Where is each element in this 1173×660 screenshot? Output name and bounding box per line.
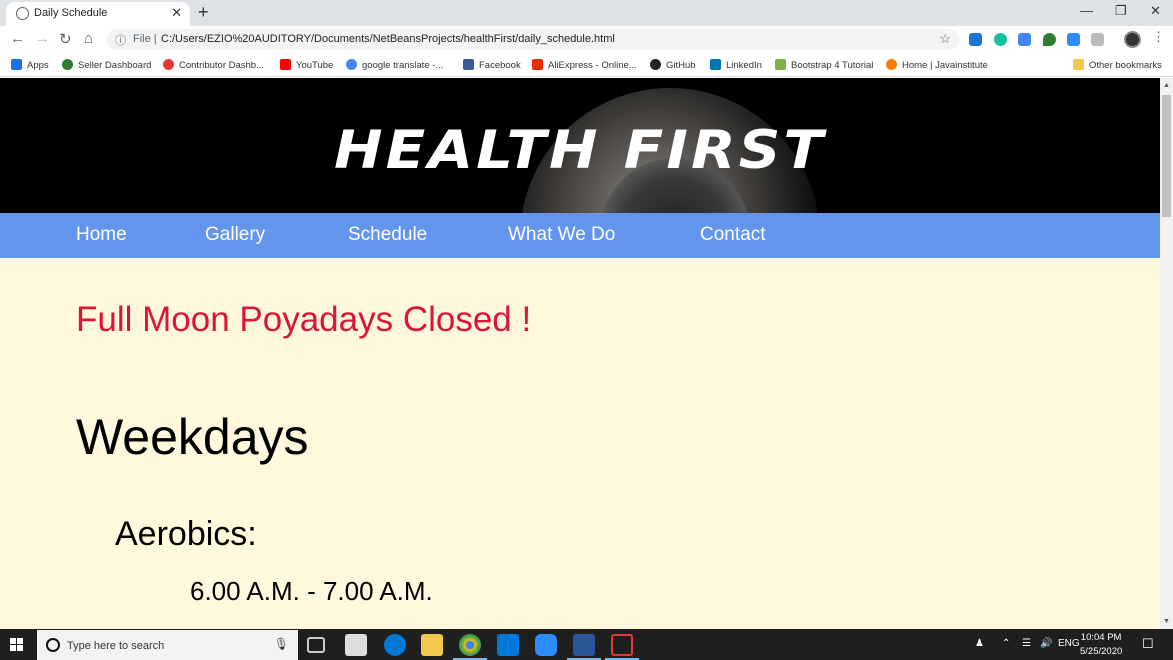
- taskbar-search[interactable]: Type here to search 🎙: [37, 630, 298, 660]
- bookmark-other[interactable]: Other bookmarks: [1073, 59, 1162, 71]
- file-explorer-icon[interactable]: [421, 634, 443, 656]
- bookmark-linkedin[interactable]: LinkedIn: [710, 59, 762, 71]
- notifications-icon[interactable]: ☐: [1142, 636, 1154, 652]
- grammarly-icon[interactable]: [994, 33, 1007, 46]
- google-icon: [346, 59, 357, 70]
- class-time: 6.00 A.M. - 7.00 A.M.: [190, 576, 433, 606]
- extension-icon[interactable]: [969, 33, 982, 46]
- javainstitute-icon: [886, 59, 897, 70]
- network-icon[interactable]: ☰: [1022, 638, 1031, 649]
- header-banner: HEALTH FIRST: [0, 78, 1160, 213]
- browser-tab[interactable]: Daily Schedule ✕: [6, 2, 190, 26]
- apps-grid-icon: [11, 59, 22, 70]
- contributor-icon: [163, 59, 174, 70]
- bookmark-javainstitute[interactable]: Home | Javainstitute: [886, 59, 988, 71]
- windows-taskbar: Type here to search 🎙 ♟ ⌃ ☰ 🔊 ENG 10:04 …: [0, 629, 1173, 660]
- acrobat-icon[interactable]: [611, 634, 633, 656]
- reload-icon[interactable]: ↻: [59, 30, 72, 48]
- word-icon[interactable]: [573, 634, 595, 656]
- class-name-heading: Aerobics:: [115, 515, 257, 553]
- browser-toolbar: ← → ↻ ⌂ ⓘ File | C:/Users/EZIO%20AUDITOR…: [0, 26, 1173, 53]
- home-icon[interactable]: ⌂: [84, 30, 93, 47]
- search-placeholder: Type here to search: [67, 640, 165, 652]
- edge-icon[interactable]: [384, 634, 406, 656]
- address-bar[interactable]: ⓘ File | C:/Users/EZIO%20AUDITORY/Docume…: [107, 29, 959, 50]
- new-tab-button[interactable]: +: [198, 2, 209, 23]
- nav-schedule[interactable]: Schedule: [348, 224, 427, 246]
- scroll-down-icon[interactable]: ▼: [1163, 618, 1170, 625]
- bookmark-contributor[interactable]: Contributor Dashb...: [163, 59, 264, 71]
- closure-notice: Full Moon Poyadays Closed !: [76, 300, 532, 339]
- bookmark-apps[interactable]: Apps: [11, 59, 49, 71]
- browser-title-bar: Daily Schedule ✕ + — ❐ ✕: [0, 0, 1173, 26]
- clock-date: 5/25/2020: [1080, 646, 1123, 657]
- people-icon[interactable]: ♟: [975, 638, 984, 649]
- linkedin-icon: [710, 59, 721, 70]
- window-close-icon[interactable]: ✕: [1150, 3, 1161, 19]
- bookmark-github[interactable]: GitHub: [650, 59, 696, 71]
- system-clock[interactable]: 10:04 PM 5/25/2020: [1080, 631, 1122, 659]
- site-logo: HEALTH FIRST: [334, 119, 826, 181]
- clock-time: 10:04 PM: [1080, 632, 1122, 643]
- aliexpress-icon: [532, 59, 543, 70]
- url-text[interactable]: C:/Users/EZIO%20AUDITORY/Documents/NetBe…: [161, 33, 615, 45]
- bookmark-youtube[interactable]: YouTube: [280, 59, 333, 71]
- profile-avatar[interactable]: [1124, 31, 1141, 48]
- task-view-icon[interactable]: [307, 637, 325, 653]
- nav-home[interactable]: Home: [76, 224, 127, 246]
- youtube-icon: [280, 59, 291, 70]
- scroll-thumb[interactable]: [1162, 95, 1171, 217]
- bookmark-star-icon[interactable]: ☆: [939, 31, 951, 47]
- microphone-icon[interactable]: 🎙: [274, 637, 289, 651]
- file-label: File |: [133, 33, 157, 45]
- store-icon[interactable]: [345, 634, 367, 656]
- info-icon[interactable]: ⓘ: [115, 32, 126, 48]
- menu-icon[interactable]: ⋮: [1152, 29, 1165, 45]
- folder-icon: [1073, 59, 1084, 70]
- tab-title: Daily Schedule: [34, 7, 108, 19]
- back-icon[interactable]: ←: [10, 30, 25, 47]
- minimize-icon[interactable]: —: [1080, 3, 1093, 18]
- restore-icon[interactable]: ❐: [1115, 3, 1127, 19]
- globe-icon: [16, 7, 29, 20]
- scroll-up-icon[interactable]: ▲: [1163, 82, 1170, 89]
- bookmarks-bar: Apps Seller Dashboard Contributor Dashb.…: [0, 53, 1173, 77]
- windows-start-icon[interactable]: [10, 638, 24, 652]
- bookmark-bootstrap[interactable]: Bootstrap 4 Tutorial: [775, 59, 873, 71]
- mail-icon[interactable]: [497, 634, 519, 656]
- weekdays-heading: Weekdays: [76, 409, 309, 465]
- volume-icon[interactable]: 🔊: [1040, 638, 1052, 649]
- bootstrap-icon: [775, 59, 786, 70]
- bookmark-google-translate[interactable]: google translate -...: [346, 59, 443, 71]
- zoom-icon[interactable]: [1067, 33, 1080, 46]
- language-indicator[interactable]: ENG: [1058, 638, 1080, 649]
- bookmark-aliexpress[interactable]: AliExpress - Online...: [532, 59, 637, 71]
- seller-icon: [62, 59, 73, 70]
- zoom-app-icon[interactable]: [535, 634, 557, 656]
- page-viewport: HEALTH FIRST Home Gallery Schedule What …: [0, 78, 1160, 629]
- nav-what-we-do[interactable]: What We Do: [508, 224, 615, 246]
- shield-icon[interactable]: [1043, 33, 1056, 46]
- bookmark-facebook[interactable]: Facebook: [463, 59, 521, 71]
- nav-gallery[interactable]: Gallery: [205, 224, 265, 246]
- bookmark-seller-dashboard[interactable]: Seller Dashboard: [62, 59, 151, 71]
- cortana-icon: [46, 638, 60, 652]
- facebook-icon: [463, 59, 474, 70]
- chrome-icon[interactable]: [459, 634, 481, 656]
- page-scrollbar[interactable]: ▲ ▼: [1160, 78, 1173, 629]
- forward-icon[interactable]: →: [35, 30, 50, 47]
- tab-close-icon[interactable]: ✕: [171, 5, 182, 21]
- pdf-extension-icon[interactable]: [1091, 33, 1104, 46]
- nav-contact[interactable]: Contact: [700, 224, 765, 246]
- github-icon: [650, 59, 661, 70]
- translate-icon[interactable]: [1018, 33, 1031, 46]
- tray-chevron-icon[interactable]: ⌃: [1002, 638, 1010, 649]
- site-nav: Home Gallery Schedule What We Do Contact: [0, 213, 1160, 258]
